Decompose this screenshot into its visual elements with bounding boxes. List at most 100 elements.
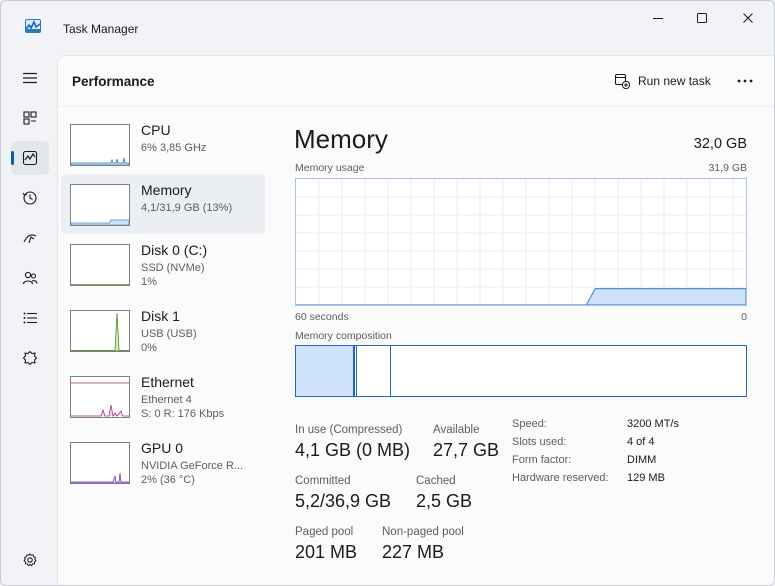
spec-hardware-reserved-label: Hardware reserved: [512,472,609,484]
page-title: Performance [72,74,155,89]
device-item-gpu-0[interactable]: GPU 0 NVIDIA GeForce R... 2% (36 °C) [61,432,265,492]
device-name: Disk 1 [141,308,180,324]
disk-0-thumbnail-graph [70,244,130,286]
device-detail-line: S: 0 R: 176 Kbps [141,408,225,420]
nav-menu-button[interactable] [11,61,49,95]
device-name: Memory [141,182,192,198]
device-name: Disk 0 (C:) [141,242,208,258]
device-item-memory[interactable]: Memory 4,1/31,9 GB (13%) [61,174,265,234]
memory-usage-max: 31,9 GB [708,162,747,174]
details-icon [23,312,37,324]
cpu-thumbnail-graph [70,124,130,166]
memory-usage-graph [295,178,747,306]
spec-speed-label: Speed: [512,418,547,430]
app-history-icon [22,191,37,205]
spec-form-factor-label: Form factor: [512,454,572,466]
device-detail-line: Ethernet 4 [141,394,192,406]
spec-form-factor-value: DIMM [627,454,657,466]
memory-thumbnail-graph [70,184,130,226]
device-item-cpu[interactable]: CPU 6% 3,85 GHz [61,114,265,174]
performance-icon [22,150,38,166]
close-icon [743,13,753,23]
gear-icon [23,553,37,567]
run-new-task-button[interactable]: Run new task [610,66,715,96]
nav-users[interactable] [11,261,49,295]
run-new-task-icon [614,73,630,89]
maximize-button[interactable] [679,7,725,29]
minimize-icon [653,18,663,19]
paged-pool-value: 201 MB [295,542,358,562]
nav-performance[interactable] [11,141,49,175]
device-detail-line: 2% (36 °C) [141,474,195,486]
in-use-label: In use (Compressed) [295,424,403,436]
memory-detail-view: Memory 32,0 GB Memory usage 31,9 GB 60 s… [294,114,754,584]
memory-composition-label: Memory composition [295,330,392,342]
close-button[interactable] [725,7,771,29]
maximize-icon [697,13,707,23]
spec-slots-label: Slots used: [512,436,567,448]
nav-services[interactable] [11,341,49,375]
memory-usage-graph-svg [296,179,746,305]
hamburger-menu-icon [23,72,37,84]
available-label: Available [433,424,480,436]
more-options-button[interactable] [730,66,760,96]
ethernet-thumbnail-graph [70,376,130,418]
graph-time-left: 60 seconds [295,311,349,323]
device-name: Ethernet [141,374,194,390]
processes-icon [23,111,37,125]
device-detail-line: 1% [141,276,157,288]
device-item-disk-0[interactable]: Disk 0 (C:) SSD (NVMe) 1% [61,234,265,294]
task-manager-app-icon [25,19,41,33]
device-detail-line: 6% 3,85 GHz [141,142,207,154]
memory-usage-area [296,287,746,305]
total-memory: 32,0 GB [693,136,747,152]
nav-settings[interactable] [11,543,49,577]
spec-speed-value: 3200 MT/s [627,418,679,430]
services-icon [22,350,38,366]
cached-label: Cached [416,475,456,487]
title-bar: Task Manager [1,1,774,55]
composition-in-use-segment[interactable] [296,346,355,396]
device-item-ethernet[interactable]: Ethernet Ethernet 4 S: 0 R: 176 Kbps [61,366,265,426]
header-divider [58,106,774,107]
disk-1-sparkline [71,312,129,351]
nav-processes[interactable] [11,101,49,135]
non-paged-pool-label: Non-paged pool [382,526,464,538]
spec-slots-value: 4 of 4 [627,436,655,448]
paged-pool-label: Paged pool [295,526,354,538]
disk-0-sparkline [71,284,129,285]
disk-1-thumbnail-graph [70,310,130,352]
nav-app-history[interactable] [11,181,49,215]
navigation-rail [1,55,57,585]
available-value: 27,7 GB [433,440,500,460]
device-name: CPU [141,122,171,138]
device-item-disk-1[interactable]: Disk 1 USB (USB) 0% [61,300,265,360]
device-detail-line: NVIDIA GeForce R... [141,460,244,472]
memory-usage-label: Memory usage [295,162,365,174]
non-paged-pool-value: 227 MB [382,542,445,562]
gpu-0-thumbnail-graph [70,442,130,484]
committed-label: Committed [295,475,351,487]
startup-apps-icon [23,234,37,244]
device-detail-line: 0% [141,342,157,354]
nav-startup-apps[interactable] [11,221,49,255]
device-detail-line: 4,1/31,9 GB (13%) [141,202,233,214]
users-icon [22,271,38,285]
minimize-button[interactable] [635,7,681,29]
performance-panel: Performance Run new task CPU 6% 3,85 GHz… [57,55,774,585]
graph-gridlines [296,179,746,305]
more-options-icon [737,79,753,83]
graph-time-right: 0 [741,311,747,323]
window-title: Task Manager [63,22,139,36]
ethernet-sparkline [71,382,129,417]
cached-value: 2,5 GB [416,491,473,511]
memory-sparkline [71,219,129,225]
nav-details[interactable] [11,301,49,335]
cpu-sparkline [71,157,129,165]
committed-value: 5,2/36,9 GB [295,491,392,511]
device-detail-line: USB (USB) [141,328,197,340]
composition-standby-segment[interactable] [357,346,391,396]
spec-hardware-reserved-value: 129 MB [627,472,665,484]
gpu-0-sparkline [71,472,129,483]
device-detail-line: SSD (NVMe) [141,262,205,274]
